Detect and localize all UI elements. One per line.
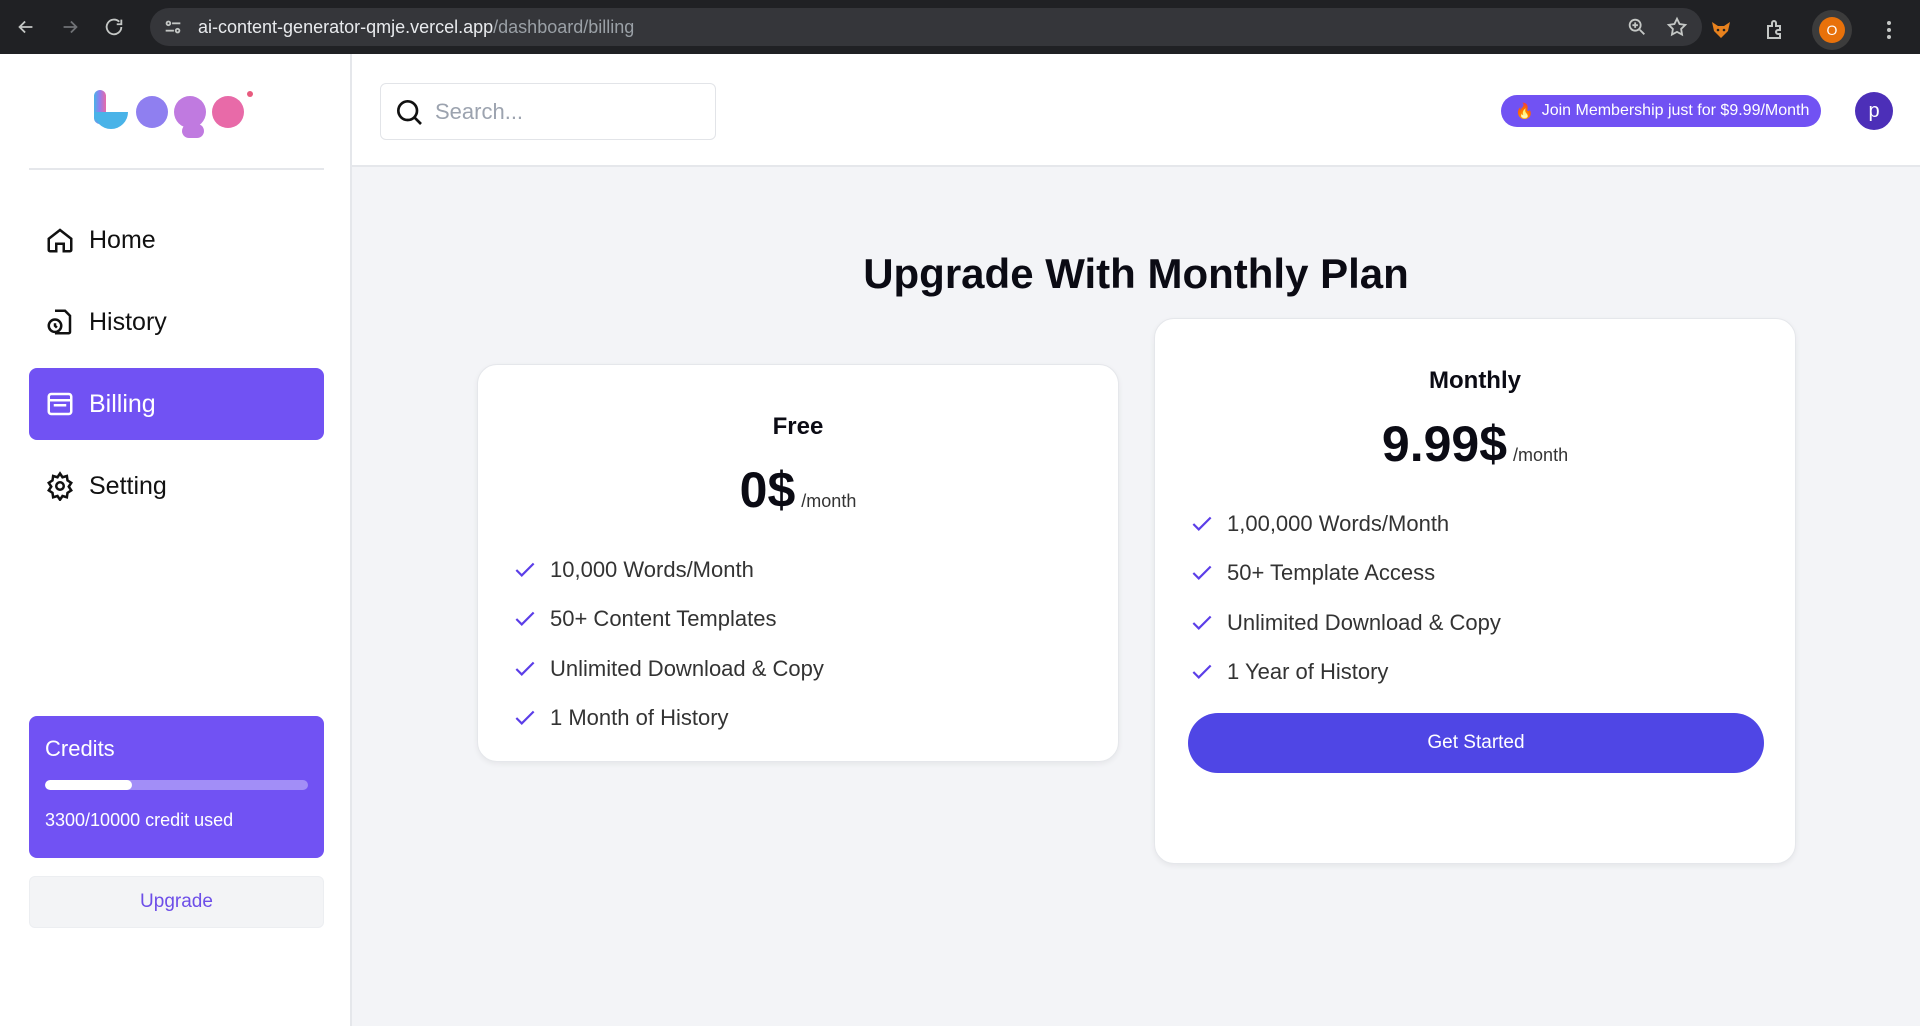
browser-profile-avatar[interactable]: O <box>1812 10 1852 50</box>
feature-item: Unlimited Download & Copy <box>512 644 1118 694</box>
page-title: Upgrade With Monthly Plan <box>863 250 1409 297</box>
feature-item: 1 Year of History <box>1189 648 1795 698</box>
get-started-button[interactable]: Get Started <box>1188 713 1764 773</box>
check-icon <box>1192 615 1212 630</box>
promo-label: Join Membership just for $9.99/Month <box>1541 102 1810 119</box>
upgrade-button[interactable]: Upgrade <box>29 876 324 928</box>
plan-name: Free <box>772 413 824 440</box>
credits-progress-bar <box>45 780 308 790</box>
check-icon <box>1192 565 1212 581</box>
join-membership-badge[interactable]: 🔥 Join Membership just for $9.99/Month <box>1501 95 1822 127</box>
history-icon <box>45 307 75 337</box>
feature-item: 50+ Template Access <box>1189 549 1795 599</box>
feature-item: 10,000 Words/Month <box>512 545 1118 595</box>
search-input[interactable] <box>435 98 695 125</box>
check-icon <box>515 562 535 577</box>
browser-toolbar: ai-content-generator-qmje.vercel.app/das… <box>0 0 1920 54</box>
sidebar-item-label: Home <box>89 225 156 254</box>
plan-name: Monthly <box>1429 367 1521 394</box>
app-root: Home History Billing Setting Credits 330… <box>0 54 1920 1026</box>
sidebar-menu: Home History Billing Setting <box>29 204 324 532</box>
check-icon <box>515 661 535 676</box>
url-text: ai-content-generator-qmje.vercel.app/das… <box>198 16 635 37</box>
price-period: /month <box>801 491 857 511</box>
credits-progress-fill <box>45 780 132 790</box>
check-icon <box>1192 516 1212 531</box>
site-settings-icon[interactable] <box>162 16 184 38</box>
plan-price: 0$/month <box>478 461 1118 519</box>
sidebar-item-label: History <box>89 307 167 336</box>
plan-card-free: Free 0$/month 10,000 Words/Month 50+ Con… <box>477 364 1119 762</box>
search-box <box>380 83 716 140</box>
extensions-puzzle-icon[interactable] <box>1758 13 1792 47</box>
sidebar-item-home[interactable]: Home <box>29 204 324 276</box>
feature-item: 50+ Content Templates <box>512 595 1118 645</box>
browser-menu-icon[interactable] <box>1872 13 1906 47</box>
sidebar: Home History Billing Setting Credits 330… <box>0 54 352 1026</box>
bookmark-star-icon[interactable] <box>1666 16 1688 43</box>
sidebar-item-setting[interactable]: Setting <box>29 450 324 522</box>
address-bar[interactable]: ai-content-generator-qmje.vercel.app/das… <box>150 8 1702 46</box>
zoom-icon[interactable] <box>1626 16 1648 43</box>
feature-list: 1,00,000 Words/Month 50+ Template Access… <box>1155 499 1795 697</box>
user-avatar[interactable]: p <box>1855 92 1893 130</box>
fox-extension-icon[interactable] <box>1704 13 1738 47</box>
plan-price: 9.99$/month <box>1155 415 1795 473</box>
sidebar-item-billing[interactable]: Billing <box>29 368 324 440</box>
brand-logo[interactable] <box>90 82 260 142</box>
search-icon <box>397 99 422 125</box>
sidebar-item-label: Billing <box>89 389 156 418</box>
feature-list: 10,000 Words/Month 50+ Content Templates… <box>478 545 1118 743</box>
feature-item: 1 Month of History <box>512 694 1118 744</box>
billing-icon <box>45 389 75 419</box>
credits-used-text: 3300/10000 credit used <box>45 810 234 830</box>
price-amount: 0$ <box>739 462 796 518</box>
forward-button[interactable] <box>52 9 88 45</box>
reload-button[interactable] <box>96 9 132 45</box>
credits-title: Credits <box>45 736 115 761</box>
feature-item: Unlimited Download & Copy <box>1189 598 1795 648</box>
fire-icon: 🔥 <box>1515 103 1534 120</box>
gear-icon <box>45 471 75 501</box>
price-amount: 9.99$ <box>1381 416 1508 472</box>
back-button[interactable] <box>8 9 44 45</box>
top-header: 🔥 Join Membership just for $9.99/Month p <box>352 54 1920 167</box>
price-period: /month <box>1513 445 1569 465</box>
home-icon <box>45 225 75 255</box>
check-icon <box>1192 664 1212 680</box>
check-icon <box>515 611 535 627</box>
sidebar-item-label: Setting <box>89 471 167 500</box>
plan-card-monthly: Monthly 9.99$/month 1,00,000 Words/Month… <box>1154 318 1796 864</box>
check-icon <box>515 710 535 726</box>
sidebar-divider <box>29 168 324 170</box>
feature-item: 1,00,000 Words/Month <box>1189 499 1795 549</box>
sidebar-item-history[interactable]: History <box>29 286 324 358</box>
credits-card: Credits 3300/10000 credit used <box>29 716 324 858</box>
